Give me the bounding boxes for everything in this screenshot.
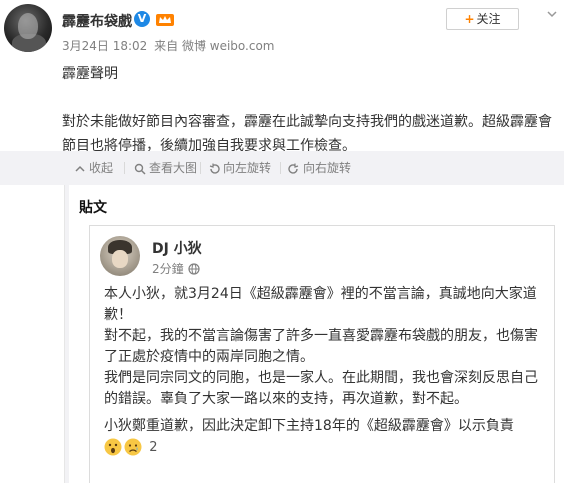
post-header: 霹靂布袋戲 V 3月24日 18:02 来自 微博 weibo.com + 关注 bbox=[0, 0, 564, 60]
quoted-author-avatar bbox=[100, 236, 140, 276]
chevron-down-icon[interactable] bbox=[546, 8, 558, 20]
image-toolbar: 收起 查看大图 向左旋转 向右旋转 bbox=[0, 151, 564, 185]
globe-icon bbox=[188, 263, 200, 275]
collapse-button[interactable]: 收起 bbox=[74, 160, 113, 176]
view-large-label: 查看大图 bbox=[149, 161, 198, 175]
author-avatar[interactable] bbox=[4, 4, 52, 52]
author-name[interactable]: 霹靂布袋戲 bbox=[62, 11, 132, 31]
post-title: 霹靂聲明 bbox=[62, 66, 118, 82]
follow-label: 关注 bbox=[476, 12, 501, 26]
reactions-bar: 2 bbox=[104, 438, 158, 460]
reaction-count: 2 bbox=[149, 439, 158, 455]
rotate-right-button[interactable]: 向右旋转 bbox=[288, 160, 351, 176]
toolbar-divider bbox=[200, 162, 201, 174]
screenshot-image: 貼文 DJ 小狄 2分鐘 本人小狄，就3月24日《超級霹靂會》裡的不當言論，真誠… bbox=[69, 185, 563, 483]
post-source[interactable]: 来自 微博 weibo.com bbox=[154, 39, 274, 53]
rotate-left-button[interactable]: 向左旋转 bbox=[208, 160, 271, 176]
toolbar-divider bbox=[124, 162, 125, 174]
wow-reaction-icon bbox=[104, 438, 122, 456]
rotate-left-icon bbox=[209, 163, 220, 174]
rotate-left-label: 向左旋转 bbox=[223, 161, 272, 175]
quoted-line-final: 小狄鄭重道歉，因此決定卸下主持18年的《超級霹靂會》以示負責 bbox=[104, 418, 514, 434]
quoted-post-card: DJ 小狄 2分鐘 本人小狄，就3月24日《超級霹靂會》裡的不當言論，真誠地向大… bbox=[89, 225, 555, 483]
toolbar-divider bbox=[280, 162, 281, 174]
quoted-author-name: DJ 小狄 bbox=[152, 241, 202, 257]
view-large-button[interactable]: 查看大图 bbox=[134, 160, 197, 176]
collapse-label: 收起 bbox=[89, 161, 114, 175]
post-content: 霹靂聲明 對於未能做好節目內容審查，霹靂在此誠摯向支持我們的戲迷道歉。超級霹靂會… bbox=[62, 62, 557, 158]
rotate-right-icon bbox=[288, 163, 299, 174]
member-crown-icon[interactable] bbox=[156, 12, 174, 26]
rotate-right-label: 向右旋转 bbox=[303, 161, 352, 175]
quoted-post-meta: 2分鐘 bbox=[152, 260, 200, 277]
collapse-icon bbox=[75, 165, 85, 172]
quoted-line: 對不起，我的不當言論傷害了許多一直喜愛霹靂布袋戲的朋友，也傷害了正處於疫情中的兩… bbox=[104, 328, 538, 365]
post-meta: 3月24日 18:02 来自 微博 weibo.com bbox=[62, 37, 275, 54]
quoted-line: 我們是同宗同文的同胞，也是一家人。在此期間，我也會深刻反思自己的錯誤。辜負了大家… bbox=[104, 370, 538, 407]
post-time[interactable]: 3月24日 18:02 bbox=[62, 39, 147, 53]
repost-heading: 貼文 bbox=[79, 200, 107, 216]
plus-icon: + bbox=[464, 12, 475, 26]
verified-badge-icon: V bbox=[134, 11, 150, 27]
follow-button[interactable]: + 关注 bbox=[446, 8, 519, 30]
quoted-post-body: 本人小狄，就3月24日《超級霹靂會》裡的不當言論，真誠地向大家道歉！ 對不起，我… bbox=[104, 284, 544, 437]
sad-reaction-icon bbox=[124, 438, 142, 456]
attached-image[interactable]: 貼文 DJ 小狄 2分鐘 本人小狄，就3月24日《超級霹靂會》裡的不當言論，真誠… bbox=[64, 185, 563, 483]
quoted-post-time: 2分鐘 bbox=[152, 262, 184, 276]
quoted-line: 本人小狄，就3月24日《超級霹靂會》裡的不當言論，真誠地向大家道歉！ bbox=[104, 286, 537, 323]
magnifier-icon bbox=[134, 163, 146, 175]
